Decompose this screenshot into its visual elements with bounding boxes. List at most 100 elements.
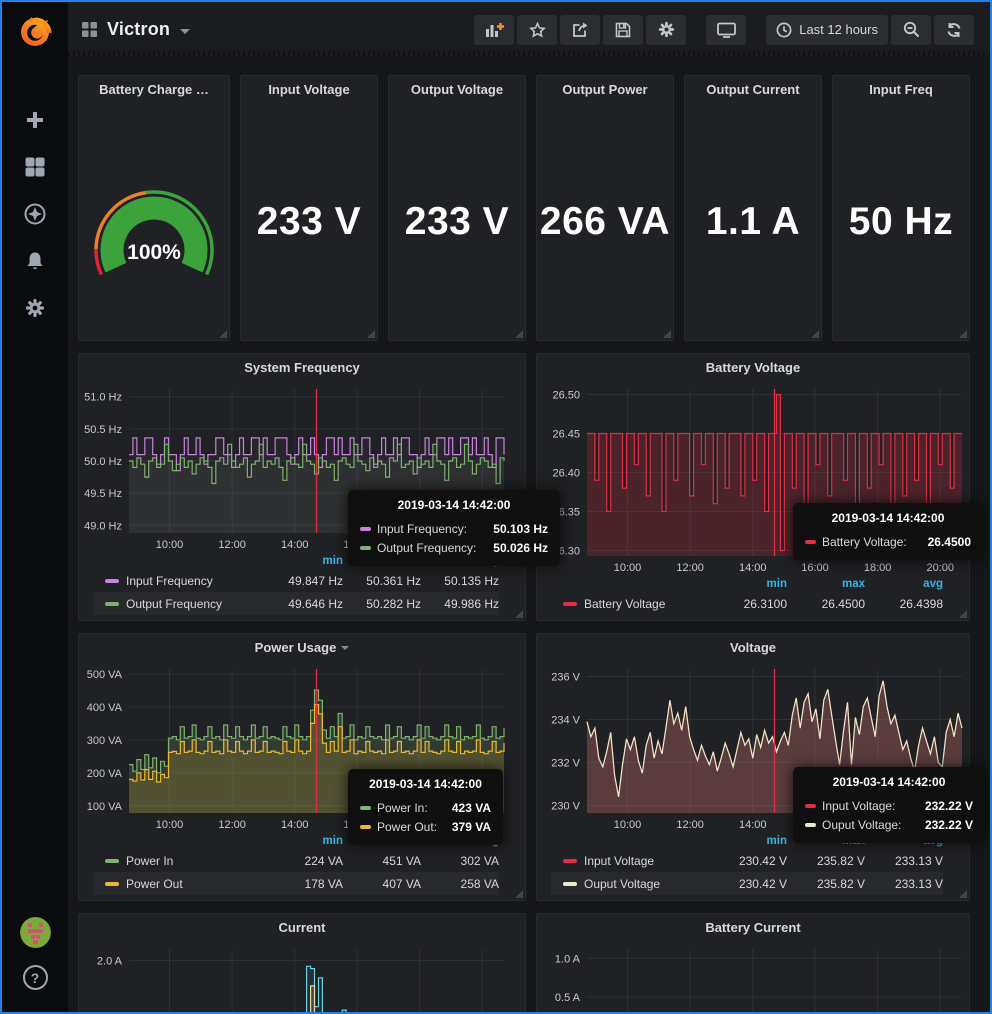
panel-title-text: Output Power [562,82,647,97]
panel-title[interactable]: Battery Charge … [79,76,229,103]
alerting-bell-icon[interactable] [24,250,46,272]
tooltip-time: 2019-03-14 14:42:00 [805,775,973,789]
dashboard-grid-icon [82,22,97,37]
panel-title[interactable]: Battery Voltage [537,354,969,381]
dashboard-settings-button[interactable] [646,15,686,45]
svg-text:100%: 100% [127,241,181,264]
panel-title-text: Output Current [706,82,799,97]
side-nav [24,57,46,319]
resize-grip[interactable] [367,330,375,338]
legend-col-max[interactable]: max [787,578,865,590]
series-color-dash [105,859,119,863]
svg-text:50.5 Hz: 50.5 Hz [84,424,122,436]
series-name[interactable]: Output Frequency [126,597,265,611]
panel-menu-caret-icon[interactable] [341,646,349,650]
configuration-gear-icon[interactable] [24,297,46,319]
create-plus-icon[interactable] [24,109,46,131]
legend-avg: 233.13 V [865,854,943,868]
panel-title-text: Input Freq [869,82,933,97]
legend-min: 49.646 Hz [265,597,343,611]
series-color-dash [563,882,577,886]
svg-text:12:00: 12:00 [676,819,704,831]
help-icon[interactable]: ? [23,965,48,990]
gauge: 100% [79,103,229,340]
tooltip-value: 232.22 V [911,799,973,813]
panel-title[interactable]: Battery Current [537,914,969,941]
resize-grip[interactable] [663,330,671,338]
navbar: Victron [68,2,990,57]
panel-title[interactable]: Input Freq [833,76,969,103]
zoom-out-button[interactable] [891,15,931,45]
svg-text:400 VA: 400 VA [87,702,123,714]
legend-col-min[interactable]: min [709,578,787,590]
legend-col-min[interactable]: min [265,555,343,567]
resize-grip[interactable] [959,890,967,898]
panel-title[interactable]: Output Voltage [389,76,525,103]
legend-max: 50.282 Hz [343,597,421,611]
dashboards-icon[interactable] [24,156,46,178]
panel-title[interactable]: System Frequency [79,354,525,381]
series-color-dash [805,823,816,827]
tv-mode-button[interactable] [706,15,746,45]
resize-grip[interactable] [959,610,967,618]
series-name[interactable]: Input Voltage [584,854,709,868]
legend-row: Input Frequency 49.847 Hz 50.361 Hz 50.1… [93,569,499,592]
tooltip-battery-voltage: 2019-03-14 14:42:00 Battery Voltage:26.4… [793,503,983,560]
legend-col-min[interactable]: min [709,835,787,847]
panel-title[interactable]: Output Current [685,76,821,103]
time-range-label: Last 12 hours [799,22,878,37]
resize-grip[interactable] [515,890,523,898]
series-color-dash [360,546,371,550]
tooltip-value: 50.026 Hz [479,541,548,555]
star-button[interactable] [517,15,557,45]
legend-col-avg[interactable]: avg [865,578,943,590]
resize-grip[interactable] [515,610,523,618]
series-color-dash [563,602,577,606]
panel-title[interactable]: Current [79,914,525,941]
share-button[interactable] [560,15,600,45]
legend-col-min[interactable]: min [265,835,343,847]
dashboard-title[interactable]: Victron [107,19,170,40]
resize-grip[interactable] [515,330,523,338]
time-range-picker[interactable]: Last 12 hours [766,15,888,45]
series-name[interactable]: Ouput Voltage [584,877,709,891]
add-panel-button[interactable] [474,15,514,45]
tooltip-time: 2019-03-14 14:42:00 [360,498,548,512]
tooltip-label: Ouput Voltage: [822,818,901,832]
tooltip-value: 232.22 V [911,818,973,832]
series-name[interactable]: Input Frequency [126,574,265,588]
panel-title[interactable]: Output Power [537,76,673,103]
panel-title[interactable]: Power Usage [79,634,525,661]
svg-text:20:00: 20:00 [926,562,954,574]
resize-grip[interactable] [811,330,819,338]
series-name[interactable]: Power Out [126,877,265,891]
panel-title[interactable]: Input Voltage [241,76,377,103]
tooltip-voltage: 2019-03-14 14:42:00 Input Voltage:232.22… [793,767,985,843]
legend-max: 235.82 V [787,877,865,891]
panel-title[interactable]: Voltage [537,634,969,661]
grafana-logo[interactable] [2,2,68,57]
panel-current: Current 2.0 A1.5 A [78,913,526,1012]
main-area: Victron [68,2,990,1012]
time-series-plot[interactable]: 1.0 A0.5 A [537,941,969,1012]
legend-row: Output Frequency 49.646 Hz 50.282 Hz 49.… [93,592,499,615]
time-series-plot[interactable]: 2.0 A1.5 A [79,941,525,1012]
chevron-down-icon[interactable] [180,29,190,34]
help-glyph: ? [31,970,40,986]
resize-grip[interactable] [959,330,967,338]
tooltip-label: Battery Voltage: [822,535,907,549]
refresh-button[interactable] [934,15,974,45]
save-button[interactable] [603,15,643,45]
legend-max: 235.82 V [787,854,865,868]
series-name[interactable]: Power In [126,854,265,868]
svg-text:14:00: 14:00 [739,819,767,831]
svg-text:232 V: 232 V [551,757,580,769]
tooltip-label: Input Frequency: [377,522,467,536]
side-bottom: ? [20,917,51,1012]
series-name[interactable]: Battery Voltage [584,597,709,611]
resize-grip[interactable] [219,330,227,338]
user-avatar[interactable] [20,917,51,948]
panel-battery-current: Battery Current 1.0 A0.5 A [536,913,970,1012]
svg-text:12:00: 12:00 [218,539,246,551]
explore-compass-icon[interactable] [24,203,46,225]
